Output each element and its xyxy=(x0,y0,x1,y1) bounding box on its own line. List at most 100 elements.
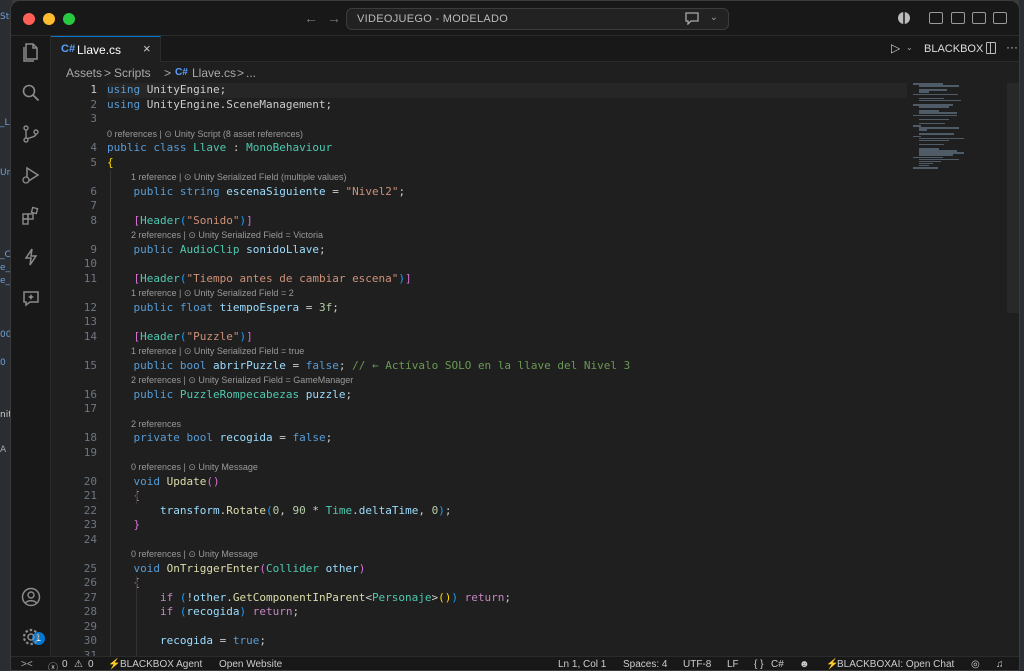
codelens-references[interactable]: 2 references | ⊙ Unity Serialized Field … xyxy=(131,228,323,243)
blackbox-button[interactable]: BLACKBOX xyxy=(924,43,983,55)
line-number: 30 xyxy=(83,634,97,647)
code-line: 9 public AudioClip sonidoLlave; xyxy=(51,243,911,258)
minimize-window-button[interactable] xyxy=(43,13,55,25)
warning-count[interactable]: 0 xyxy=(88,659,94,670)
codelens-references[interactable]: 0 references | ⊙ Unity Script (8 asset r… xyxy=(107,127,303,142)
chevron-down-icon[interactable]: ⌄ xyxy=(906,43,913,52)
code-text[interactable]: } xyxy=(107,518,141,533)
code-text[interactable]: void Update() xyxy=(107,475,220,490)
code-line: 27 if (!other.GetComponentInParent<Perso… xyxy=(51,591,911,606)
braces-icon[interactable]: { } xyxy=(754,659,763,670)
back-arrow-icon[interactable]: ← xyxy=(304,10,318,26)
codelens-row: 2 references xyxy=(51,417,911,432)
code-text[interactable]: private bool recogida = false; xyxy=(107,431,333,446)
chat-sparkle-icon[interactable] xyxy=(21,288,41,308)
codelens-references[interactable]: 1 reference | ⊙ Unity Serialized Field =… xyxy=(131,286,294,301)
tab-label: Llave.cs xyxy=(77,43,122,57)
indentation[interactable]: Spaces: 4 xyxy=(623,659,667,670)
code-text[interactable]: [Header("Tiempo antes de cambiar escena"… xyxy=(107,272,412,287)
source-control-icon[interactable] xyxy=(21,124,41,144)
codelens-references[interactable]: 2 references | ⊙ Unity Serialized Field … xyxy=(131,373,353,388)
account-icon[interactable] xyxy=(21,587,41,607)
more-actions-icon[interactable]: ··· xyxy=(1006,40,1018,54)
blackbox-open-chat-button[interactable]: BLACKBOXAI: Open Chat xyxy=(837,659,954,670)
breadcrumb-item-assets[interactable]: Assets xyxy=(66,66,102,80)
toggle-panel-icon[interactable] xyxy=(972,12,986,24)
code-text[interactable]: transform.Rotate(0, 90 * Time.deltaTime,… xyxy=(107,504,451,519)
toggle-primary-sidebar-icon[interactable] xyxy=(951,12,965,24)
open-website-button[interactable]: Open Website xyxy=(219,659,282,670)
codelens-references[interactable]: 2 references xyxy=(131,417,181,432)
blackbox-bolt-icon[interactable] xyxy=(21,247,41,267)
line-number: 15 xyxy=(83,358,97,372)
minimap-line xyxy=(919,133,954,135)
breadcrumb-item-symbols[interactable]: ... xyxy=(246,66,256,80)
copilot-status-icon[interactable]: ☻ xyxy=(799,659,810,670)
code-text[interactable]: public PuzzleRompecabezas puzzle; xyxy=(107,388,353,403)
code-text[interactable]: using UnityEngine.SceneManagement; xyxy=(107,98,332,113)
encoding[interactable]: UTF-8 xyxy=(683,659,711,670)
command-center[interactable]: VIDEOJUEGO - MODELADO ⌄ xyxy=(346,8,729,30)
codelens-references[interactable]: 1 reference | ⊙ Unity Serialized Field =… xyxy=(131,344,304,359)
code-text[interactable]: public float tiempoEspera = 3f; xyxy=(107,301,339,316)
breadcrumb-item-file[interactable]: Llave.cs xyxy=(192,66,236,80)
minimap[interactable] xyxy=(911,83,1006,183)
run-icon[interactable]: ▷ xyxy=(891,41,900,55)
breadcrumb-item-scripts[interactable]: Scripts xyxy=(114,66,151,80)
breadcrumb-separator: > xyxy=(104,66,112,80)
extensions-icon[interactable] xyxy=(21,206,41,226)
editor-tab-bar: C# Llave.cs × ▷ ⌄ BLACKBOX ··· xyxy=(51,36,1019,62)
maximize-window-button[interactable] xyxy=(63,13,75,25)
line-number: 6 xyxy=(90,184,97,198)
warning-icon[interactable]: ⚠ xyxy=(74,659,83,670)
layout-sidebar-left-icon[interactable] xyxy=(929,12,943,24)
copilot-icon[interactable] xyxy=(897,11,911,25)
run-debug-icon[interactable] xyxy=(21,165,41,185)
minimap-line xyxy=(919,122,945,125)
code-line: 22 transform.Rotate(0, 90 * Time.deltaTi… xyxy=(51,504,911,519)
close-window-button[interactable] xyxy=(23,13,35,25)
code-text[interactable]: using UnityEngine; xyxy=(107,83,226,98)
language-mode[interactable]: C# xyxy=(771,659,784,670)
code-text[interactable]: recogida = true; xyxy=(107,634,266,649)
code-text[interactable]: public AudioClip sonidoLlave; xyxy=(107,243,326,258)
search-icon[interactable] xyxy=(21,83,41,103)
line-number: 24 xyxy=(83,532,97,546)
toggle-secondary-sidebar-icon[interactable] xyxy=(993,12,1007,24)
close-icon[interactable]: × xyxy=(143,41,151,56)
title-bar: ← → VIDEOJUEGO - MODELADO ⌄ xyxy=(11,1,1019,36)
line-number: 21 xyxy=(83,489,97,502)
code-editor[interactable]: 1 using UnityEngine; 2 using UnityEngine.Sc… xyxy=(51,83,911,656)
error-count[interactable]: 0 xyxy=(62,659,68,670)
codelens-references[interactable]: 1 reference | ⊙ Unity Serialized Field (… xyxy=(131,170,346,185)
breadcrumb-separator: > xyxy=(164,66,172,80)
codelens-row: 1 reference | ⊙ Unity Serialized Field =… xyxy=(51,344,911,359)
code-text[interactable]: public class Llave : MonoBehaviour xyxy=(107,141,332,156)
end-of-line[interactable]: LF xyxy=(727,659,739,670)
editor-scrollbar[interactable] xyxy=(1007,83,1019,313)
code-text[interactable]: [Header("Puzzle")] xyxy=(107,330,253,345)
code-text[interactable]: if (!other.GetComponentInParent<Personaj… xyxy=(107,591,511,606)
blackbox-agent-button[interactable]: BLACKBOX Agent xyxy=(120,659,202,670)
tab-llave-cs[interactable]: C# Llave.cs × xyxy=(51,36,161,62)
cursor-position[interactable]: Ln 1, Col 1 xyxy=(558,659,606,670)
explorer-icon[interactable] xyxy=(21,42,41,62)
notifications-icon[interactable]: ◎ xyxy=(971,659,980,670)
codelens-row: 0 references | ⊙ Unity Message xyxy=(51,547,911,562)
forward-arrow-icon[interactable]: → xyxy=(327,10,341,26)
code-text[interactable]: { xyxy=(107,156,114,171)
code-text[interactable]: public string escenaSiguiente = "Nivel2"… xyxy=(107,185,406,200)
errors-icon[interactable]: ⓧ xyxy=(48,659,58,670)
codelens-references[interactable]: 0 references | ⊙ Unity Message xyxy=(131,547,258,562)
settings-gear-icon[interactable] xyxy=(21,627,41,647)
code-text[interactable]: public bool abrirPuzzle = false; // ← Ac… xyxy=(107,359,631,374)
code-text[interactable]: [Header("Sonido")] xyxy=(107,214,253,229)
remote-indicator[interactable]: >< xyxy=(21,659,33,670)
chat-icon[interactable] xyxy=(684,11,700,25)
code-text[interactable]: void OnTriggerEnter(Collider other) xyxy=(107,562,366,577)
codelens-row: 2 references | ⊙ Unity Serialized Field … xyxy=(51,373,911,388)
chevron-down-icon[interactable]: ⌄ xyxy=(710,12,718,23)
split-editor-icon[interactable] xyxy=(986,42,996,54)
codelens-references[interactable]: 0 references | ⊙ Unity Message xyxy=(131,460,258,475)
bell-icon[interactable]: ♫ xyxy=(996,659,1004,670)
